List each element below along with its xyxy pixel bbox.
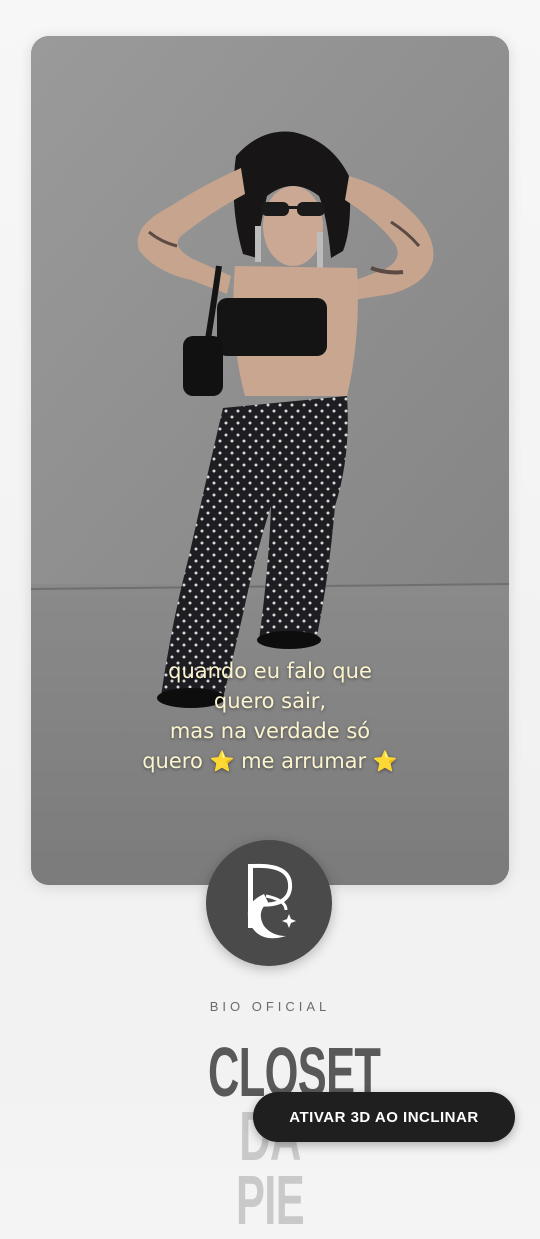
enable-3d-tilt-button[interactable]: ATIVAR 3D AO INCLINAR <box>253 1092 515 1142</box>
ps-moon-star-logo-icon <box>247 863 296 939</box>
star-emoji-icon: ⭐ <box>372 749 398 773</box>
star-emoji-icon: ⭐ <box>209 749 235 773</box>
caption-text: quero <box>142 749 203 773</box>
caption-line: quero sair, <box>213 689 327 713</box>
story-media-card[interactable]: quando eu falo que quero sair, mas na ve… <box>31 36 509 885</box>
brand-logo-icon[interactable] <box>206 840 332 966</box>
bio-label: BIO OFICIAL <box>209 999 331 1014</box>
caption-line-with-stars: quero ⭐ me arrumar ⭐ <box>31 746 509 776</box>
caption-text: me arrumar <box>241 749 367 773</box>
caption-line: mas na verdade só <box>169 719 371 743</box>
caption-line: quando eu falo que <box>168 659 372 683</box>
story-caption: quando eu falo que quero sair, mas na ve… <box>31 656 509 776</box>
